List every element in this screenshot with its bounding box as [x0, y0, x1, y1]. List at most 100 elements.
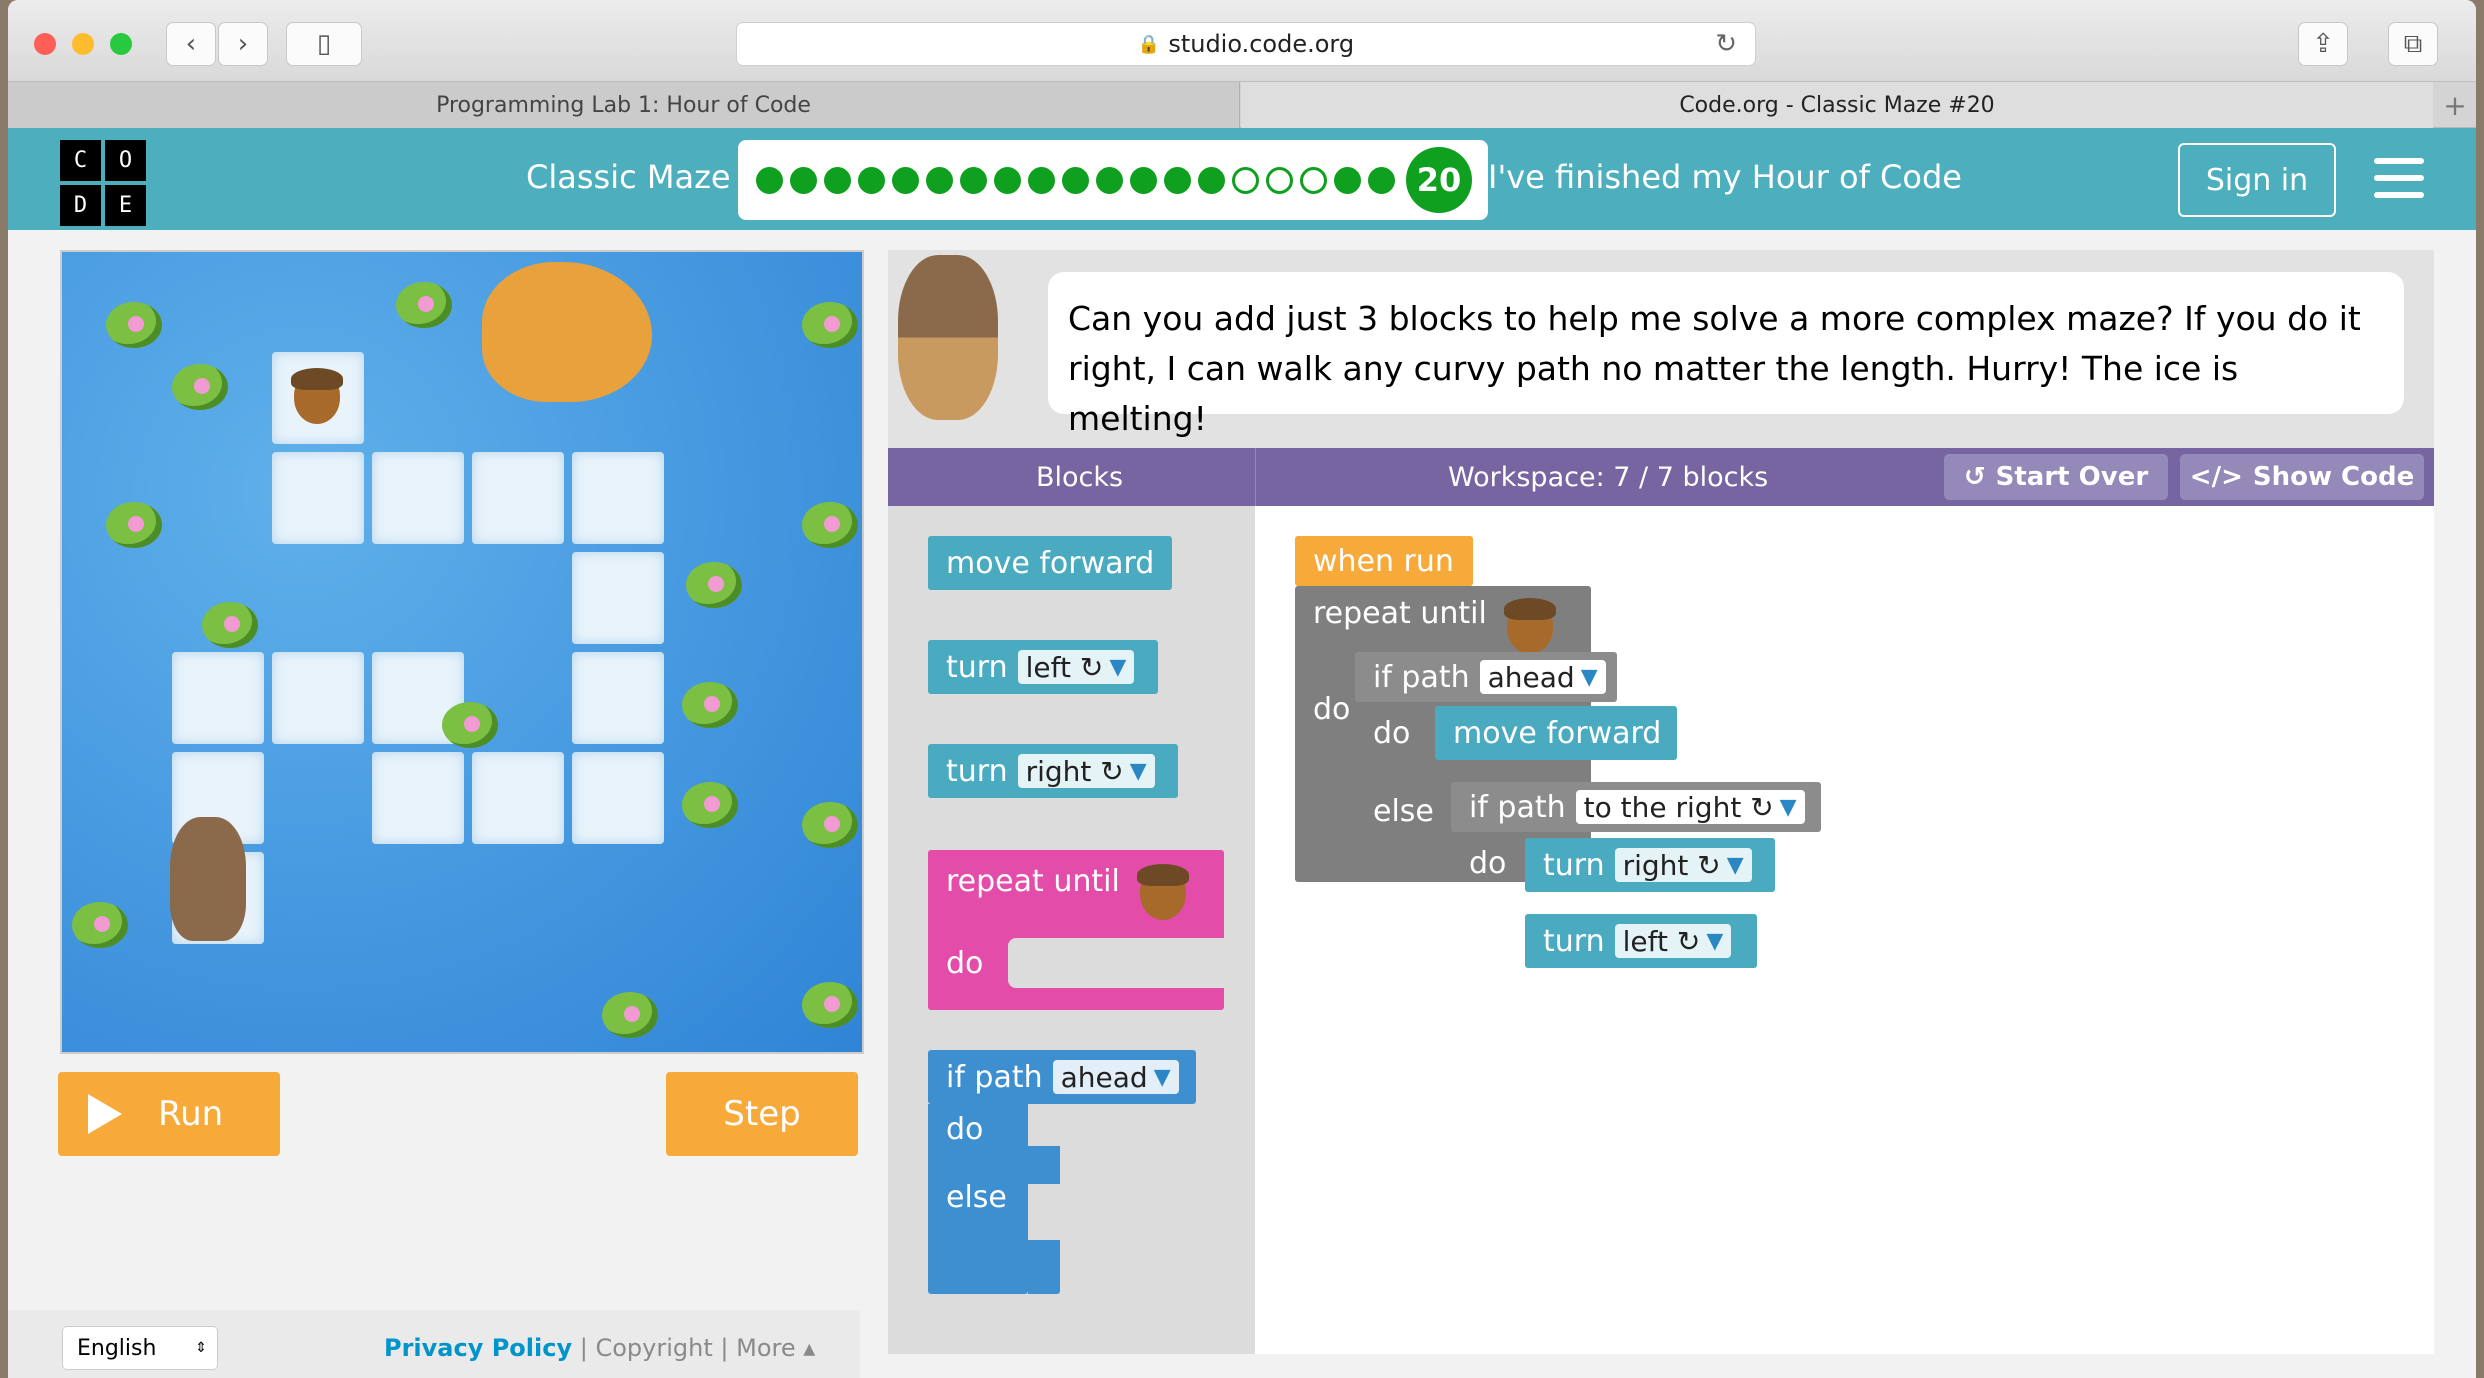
- privacy-policy-link[interactable]: Privacy Policy: [384, 1334, 572, 1362]
- path-dropdown[interactable]: ahead ▼: [1479, 660, 1606, 694]
- level-dot[interactable]: [960, 166, 987, 194]
- level-dot[interactable]: [892, 166, 919, 194]
- tab-label: Programming Lab 1: Hour of Code: [436, 92, 811, 118]
- direction-dropdown[interactable]: left ↻ ▼: [1017, 650, 1135, 684]
- menu-icon[interactable]: [2374, 158, 2424, 198]
- direction-dropdown[interactable]: right ↻ ▼: [1614, 848, 1752, 882]
- reload-icon[interactable]: ↻: [1715, 29, 1737, 59]
- lily-pad: [802, 982, 858, 1028]
- zoom-window-button[interactable]: [110, 33, 132, 55]
- ice-tile: [472, 752, 564, 844]
- ice-tile: [272, 652, 364, 744]
- block-toolbox: move forward turn left ↻ ▼ turn right ↻ ▼ re…: [888, 506, 1255, 1354]
- lily-pad: [802, 802, 858, 848]
- level-dot[interactable]: [756, 166, 783, 194]
- footer-links: Privacy Policy | Copyright | More ▴: [384, 1334, 815, 1362]
- minimize-window-button[interactable]: [72, 33, 94, 55]
- lock-icon: 🔒: [1137, 33, 1161, 55]
- dropdown-value: ahead: [1060, 1060, 1148, 1094]
- direction-dropdown[interactable]: right ↻ ▼: [1017, 754, 1155, 788]
- when-run-block[interactable]: when run: [1295, 536, 1473, 586]
- forward-icon[interactable]: ›: [218, 22, 268, 66]
- level-progress: 20: [738, 140, 1488, 220]
- share-icon[interactable]: ⇪: [2298, 22, 2348, 66]
- level-dot[interactable]: [1300, 166, 1327, 194]
- run-label: Run: [158, 1094, 224, 1134]
- site-header: C O D E Classic Maze 20 I've finished my…: [8, 128, 2476, 230]
- block-label: turn: [946, 649, 1008, 685]
- level-dot[interactable]: [858, 166, 885, 194]
- turn-right-block[interactable]: turn right ↻ ▼: [1525, 838, 1775, 892]
- logo-letter: D: [60, 185, 101, 226]
- if-path-right-block[interactable]: if path to the right ↻ ▼: [1451, 782, 1821, 832]
- acorn-icon: [1137, 864, 1189, 920]
- start-over-button[interactable]: ↺ Start Over: [1944, 454, 2168, 500]
- level-title: Classic Maze: [526, 158, 731, 196]
- level-dot[interactable]: [1096, 166, 1123, 194]
- toolbox-turn-left-block[interactable]: turn left ↻ ▼: [928, 640, 1158, 694]
- more-link[interactable]: More ▴: [736, 1334, 815, 1362]
- tab-programming-lab[interactable]: Programming Lab 1: Hour of Code: [8, 82, 1240, 128]
- path-dropdown[interactable]: ahead ▼: [1052, 1060, 1179, 1094]
- lily-pad: [602, 992, 658, 1038]
- direction-dropdown[interactable]: left ↻ ▼: [1614, 924, 1732, 958]
- palm-island: [482, 262, 652, 402]
- toolbox-repeat-until-block[interactable]: repeat until do: [928, 850, 1224, 1010]
- tab-classic-maze[interactable]: Code.org - Classic Maze #20: [1241, 82, 2433, 128]
- level-dot[interactable]: [1130, 166, 1157, 194]
- dropdown-value: right ↻: [1025, 754, 1124, 788]
- tabs-overview-icon[interactable]: ⧉: [2388, 22, 2438, 66]
- dropdown-arrow-icon: ▼: [1726, 852, 1744, 878]
- run-button[interactable]: Run: [58, 1072, 280, 1156]
- level-dot[interactable]: [926, 166, 953, 194]
- if-path-block[interactable]: if path ahead ▼: [1355, 652, 1617, 702]
- acorn-icon: [1504, 598, 1556, 654]
- finished-link[interactable]: I've finished my Hour of Code: [1488, 158, 1962, 196]
- dropdown-arrow-icon: ▼: [1779, 794, 1797, 820]
- level-dot[interactable]: [1368, 166, 1395, 194]
- block-label: repeat until: [946, 864, 1120, 899]
- ice-tile: [272, 452, 364, 544]
- scrat-squirrel: [170, 817, 246, 941]
- path-dropdown[interactable]: to the right ↻ ▼: [1575, 790, 1805, 824]
- code-logo[interactable]: C O D E: [60, 140, 146, 226]
- level-dot[interactable]: [1062, 166, 1089, 194]
- lily-pad: [202, 602, 258, 648]
- sidebar-icon[interactable]: ▯: [286, 22, 362, 66]
- show-code-button[interactable]: </> Show Code: [2180, 454, 2424, 500]
- acorn-goal-icon: [291, 368, 343, 424]
- dropdown-arrow-icon: ▼: [1129, 758, 1147, 784]
- show-code-label: Show Code: [2252, 462, 2415, 492]
- language-select[interactable]: English ⇕: [62, 1326, 218, 1370]
- level-dot[interactable]: [824, 166, 851, 194]
- move-forward-block[interactable]: move forward: [1435, 706, 1677, 760]
- level-dot[interactable]: [1232, 166, 1259, 194]
- language-value: English: [77, 1335, 157, 1361]
- new-tab-button[interactable]: +: [2434, 82, 2476, 128]
- sign-in-button[interactable]: Sign in: [2178, 143, 2336, 217]
- toolbox-turn-right-block[interactable]: turn right ↻ ▼: [928, 744, 1178, 798]
- turn-left-block[interactable]: turn left ↻ ▼: [1525, 914, 1757, 968]
- current-level-badge[interactable]: 20: [1406, 147, 1472, 213]
- level-dot[interactable]: [1266, 166, 1293, 194]
- toolbox-if-path-block[interactable]: if path ahead ▼: [928, 1050, 1196, 1104]
- lily-pad: [106, 302, 162, 348]
- level-dot[interactable]: [790, 166, 817, 194]
- url-text: studio.code.org: [1168, 30, 1355, 58]
- level-dot[interactable]: [1334, 166, 1361, 194]
- lily-pad: [802, 502, 858, 548]
- level-dot[interactable]: [1164, 166, 1191, 194]
- lily-pad: [106, 502, 162, 548]
- toolbox-move-forward-block[interactable]: move forward: [928, 536, 1172, 590]
- back-icon[interactable]: ‹: [166, 22, 216, 66]
- level-dot[interactable]: [1028, 166, 1055, 194]
- level-dot[interactable]: [1198, 166, 1225, 194]
- separator: |: [579, 1334, 596, 1362]
- address-bar[interactable]: 🔒 studio.code.org ↻: [736, 22, 1756, 66]
- step-button[interactable]: Step: [666, 1072, 858, 1156]
- lily-pad: [682, 782, 738, 828]
- copyright-link[interactable]: Copyright: [595, 1334, 712, 1362]
- level-dot[interactable]: [994, 166, 1021, 194]
- close-window-button[interactable]: [34, 33, 56, 55]
- start-over-label: Start Over: [1995, 462, 2149, 492]
